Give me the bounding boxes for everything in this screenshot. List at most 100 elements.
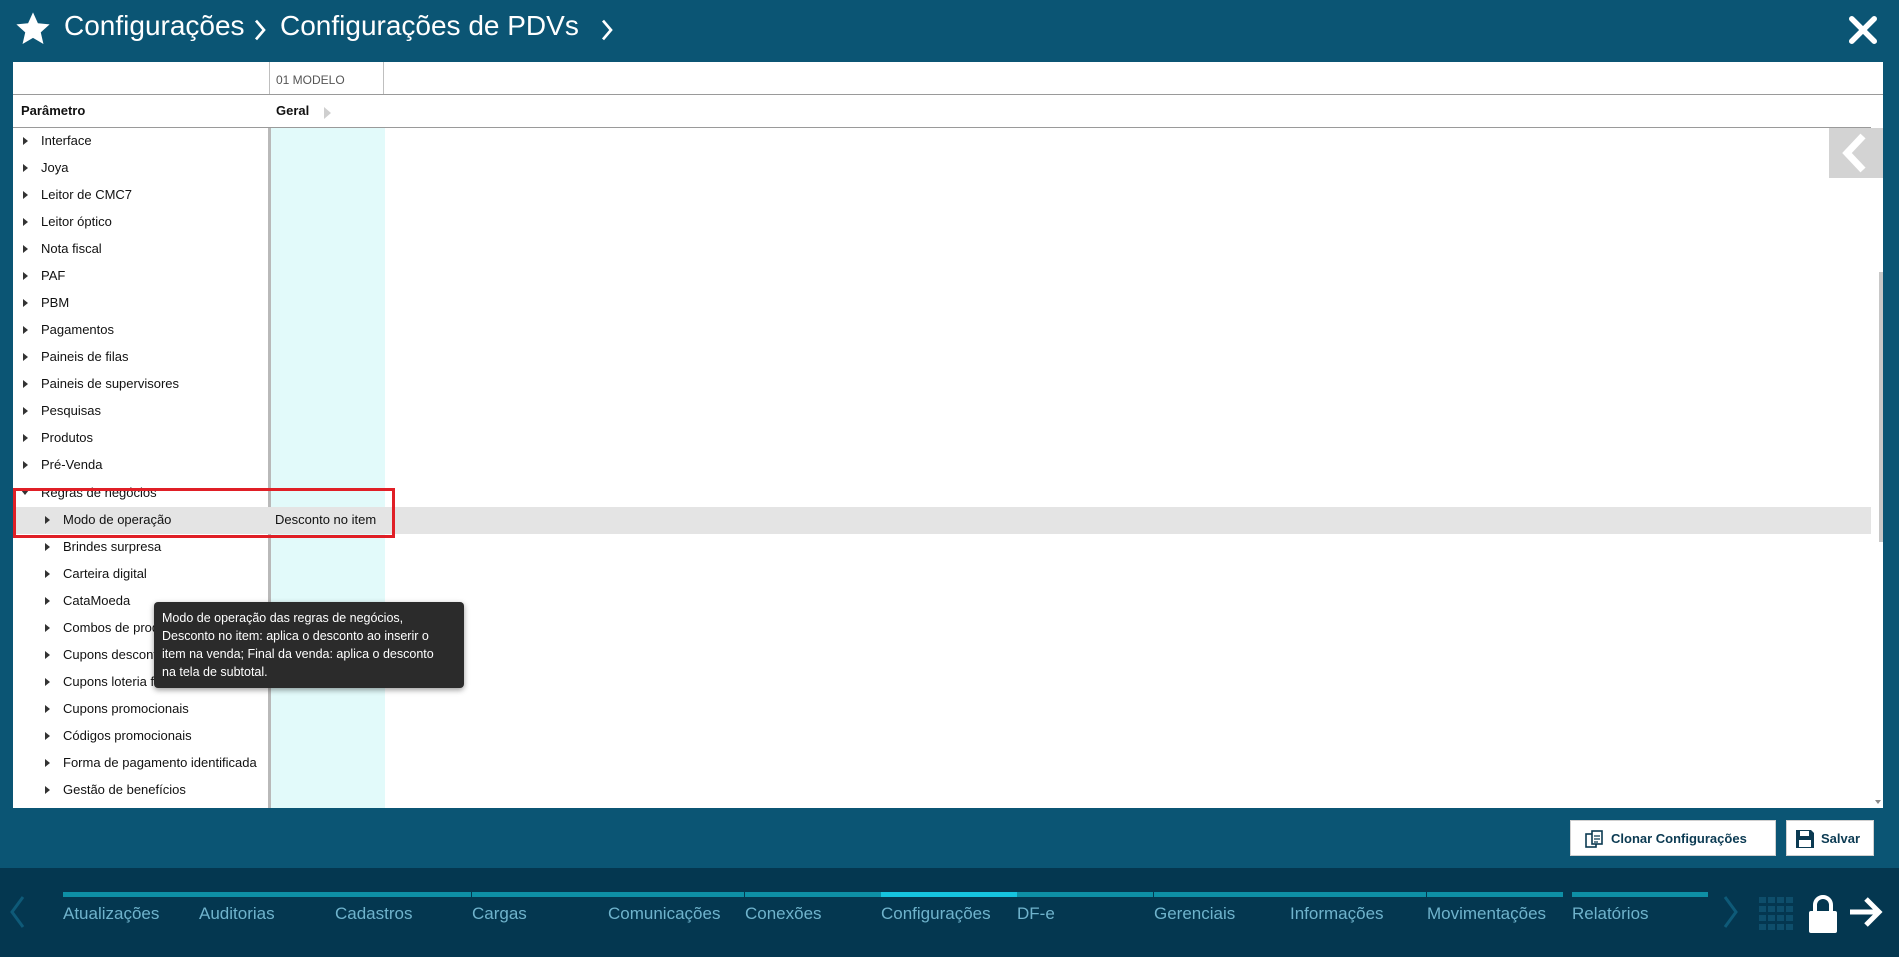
- tree-row-label: Gestão de benefícios: [63, 782, 186, 797]
- triangle-right-icon[interactable]: [23, 326, 28, 334]
- tab-bar: [472, 892, 608, 897]
- triangle-right-icon[interactable]: [45, 786, 50, 794]
- triangle-right-icon[interactable]: [45, 570, 50, 578]
- tree-row-label: Pagamentos: [41, 322, 114, 337]
- tree-row-pesquisas[interactable]: Pesquisas: [13, 398, 1871, 425]
- tree-row-gestao-beneficios[interactable]: Gestão de benefícios: [13, 777, 1871, 804]
- triangle-right-icon[interactable]: [23, 137, 28, 145]
- tree-row-paf[interactable]: PAF: [13, 263, 1871, 290]
- tree-row-label: Nota fiscal: [41, 241, 102, 256]
- expand-column-icon[interactable]: [324, 107, 331, 119]
- tab-bar: [63, 892, 199, 897]
- nav-tab-label: Relatórios: [1572, 904, 1649, 923]
- tree-row-joya[interactable]: Joya: [13, 155, 1871, 182]
- save-button[interactable]: Salvar: [1786, 820, 1874, 856]
- nav-tab-auditorias[interactable]: Auditorias: [199, 892, 335, 936]
- tree-row-pbm[interactable]: PBM: [13, 290, 1871, 317]
- tree-row-brindes-surpresa[interactable]: Brindes surpresa: [13, 534, 1871, 561]
- tree-row-label: Interface: [41, 133, 92, 148]
- triangle-right-icon[interactable]: [23, 380, 28, 388]
- modo-operacao-value[interactable]: Desconto no item: [275, 512, 376, 527]
- clone-configurations-button[interactable]: Clonar Configurações: [1570, 820, 1776, 856]
- tree-row-pre-venda[interactable]: Pré-Venda: [13, 452, 1871, 479]
- tree-row-leitor-cmc7[interactable]: Leitor de CMC7: [13, 182, 1871, 209]
- tab-bar: [199, 892, 335, 897]
- nav-tab-cargas[interactable]: Cargas: [472, 892, 608, 936]
- tooltip-line: item na venda; Final da venda: aplica o …: [162, 647, 434, 661]
- tree-row-paineis-supervisores[interactable]: Paineis de supervisores: [13, 371, 1871, 398]
- collapse-panel-button[interactable]: [1829, 128, 1883, 178]
- nav-tab-cadastros[interactable]: Cadastros: [335, 892, 471, 936]
- triangle-right-icon[interactable]: [23, 191, 28, 199]
- tree-row-label: Pré-Venda: [41, 457, 103, 472]
- grid-icon[interactable]: [1758, 896, 1796, 932]
- vertical-scrollbar[interactable]: [1879, 272, 1883, 542]
- tree-row-regras-negocios[interactable]: Regras de negócios: [13, 480, 1871, 507]
- lock-icon[interactable]: [1807, 894, 1839, 934]
- triangle-right-icon[interactable]: [45, 759, 50, 767]
- nav-tab-label: Configurações: [881, 904, 991, 923]
- triangle-right-icon[interactable]: [45, 597, 50, 605]
- triangle-right-icon[interactable]: [23, 299, 28, 307]
- model-column-header[interactable]: 01 MODELO: [269, 62, 384, 94]
- triangle-down-icon[interactable]: [21, 490, 29, 495]
- tree-row-forma-pagamento[interactable]: Forma de pagamento identificada: [13, 750, 1871, 777]
- tab-bar: [745, 892, 881, 897]
- nav-tab-comunicacoes[interactable]: Comunicações: [608, 892, 744, 936]
- tree-row-produtos[interactable]: Produtos: [13, 425, 1871, 452]
- tree-row-cupons-promocionais[interactable]: Cupons promocionais: [13, 696, 1871, 723]
- tree-row-modo-operacao[interactable]: Modo de operação Desconto no item: [13, 507, 1871, 534]
- nav-tab-atualizacoes[interactable]: Atualizações: [63, 892, 199, 936]
- chevron-right-icon[interactable]: [600, 18, 614, 42]
- nav-tab-conexoes[interactable]: Conexões: [745, 892, 881, 936]
- star-icon[interactable]: [14, 10, 52, 48]
- arrow-right-icon[interactable]: [1847, 894, 1885, 930]
- close-icon[interactable]: [1847, 14, 1879, 46]
- breadcrumb-configuracoes[interactable]: Configurações: [64, 10, 245, 42]
- tree-row-label: Carteira digital: [63, 566, 147, 581]
- tree-row-paineis-filas[interactable]: Paineis de filas: [13, 344, 1871, 371]
- nav-tab-movimentacoes[interactable]: Movimentações: [1427, 892, 1563, 936]
- chevron-left-icon: [1842, 133, 1866, 173]
- triangle-right-icon[interactable]: [23, 407, 28, 415]
- tree-row-label: Forma de pagamento identificada: [63, 755, 257, 770]
- tree-row-pagamentos[interactable]: Pagamentos: [13, 317, 1871, 344]
- triangle-right-icon[interactable]: [45, 624, 50, 632]
- nav-tab-informacoes[interactable]: Informações: [1290, 892, 1426, 936]
- triangle-right-icon[interactable]: [23, 353, 28, 361]
- nav-tab-configuracoes[interactable]: Configurações: [881, 892, 1017, 936]
- tab-bar: [881, 892, 1017, 897]
- breadcrumb-configuracoes-pdvs[interactable]: Configurações de PDVs: [280, 10, 579, 42]
- tree-row-interface[interactable]: Interface: [13, 128, 1871, 155]
- tree-row-codigos-promocionais[interactable]: Códigos promocionais: [13, 723, 1871, 750]
- nav-tab-gerenciais[interactable]: Gerenciais: [1154, 892, 1290, 936]
- triangle-right-icon[interactable]: [23, 434, 28, 442]
- nav-tab-dfe[interactable]: DF-e: [1017, 892, 1153, 936]
- triangle-right-icon[interactable]: [23, 272, 28, 280]
- triangle-right-icon[interactable]: [45, 651, 50, 659]
- triangle-right-icon[interactable]: [45, 705, 50, 713]
- geral-column-header[interactable]: Geral: [276, 103, 309, 118]
- tab-bar: [1572, 892, 1708, 897]
- triangle-right-icon[interactable]: [45, 516, 50, 524]
- nav-tab-label: Auditorias: [199, 904, 275, 923]
- tree-row-nota-fiscal[interactable]: Nota fiscal: [13, 236, 1871, 263]
- triangle-right-icon[interactable]: [23, 461, 28, 469]
- nav-tab-label: Atualizações: [63, 904, 160, 923]
- nav-tab-relatorios[interactable]: Relatórios: [1572, 892, 1708, 936]
- scroll-down-icon[interactable]: [1875, 800, 1881, 804]
- triangle-right-icon[interactable]: [23, 245, 28, 253]
- triangle-right-icon[interactable]: [23, 218, 28, 226]
- tree-row-leitor-optico[interactable]: Leitor óptico: [13, 209, 1871, 236]
- chevron-right-icon[interactable]: [1722, 894, 1740, 930]
- triangle-right-icon[interactable]: [45, 678, 50, 686]
- tooltip-line: na tela de subtotal.: [162, 665, 268, 679]
- tree-row-label: Regras de negócios: [41, 485, 157, 500]
- tree-row-label: Cupons promocionais: [63, 701, 189, 716]
- triangle-right-icon[interactable]: [45, 732, 50, 740]
- chevron-left-icon[interactable]: [8, 894, 26, 930]
- triangle-right-icon[interactable]: [45, 543, 50, 551]
- tree-row-carteira-digital[interactable]: Carteira digital: [13, 561, 1871, 588]
- triangle-right-icon[interactable]: [23, 164, 28, 172]
- tree-row-label: Brindes surpresa: [63, 539, 162, 554]
